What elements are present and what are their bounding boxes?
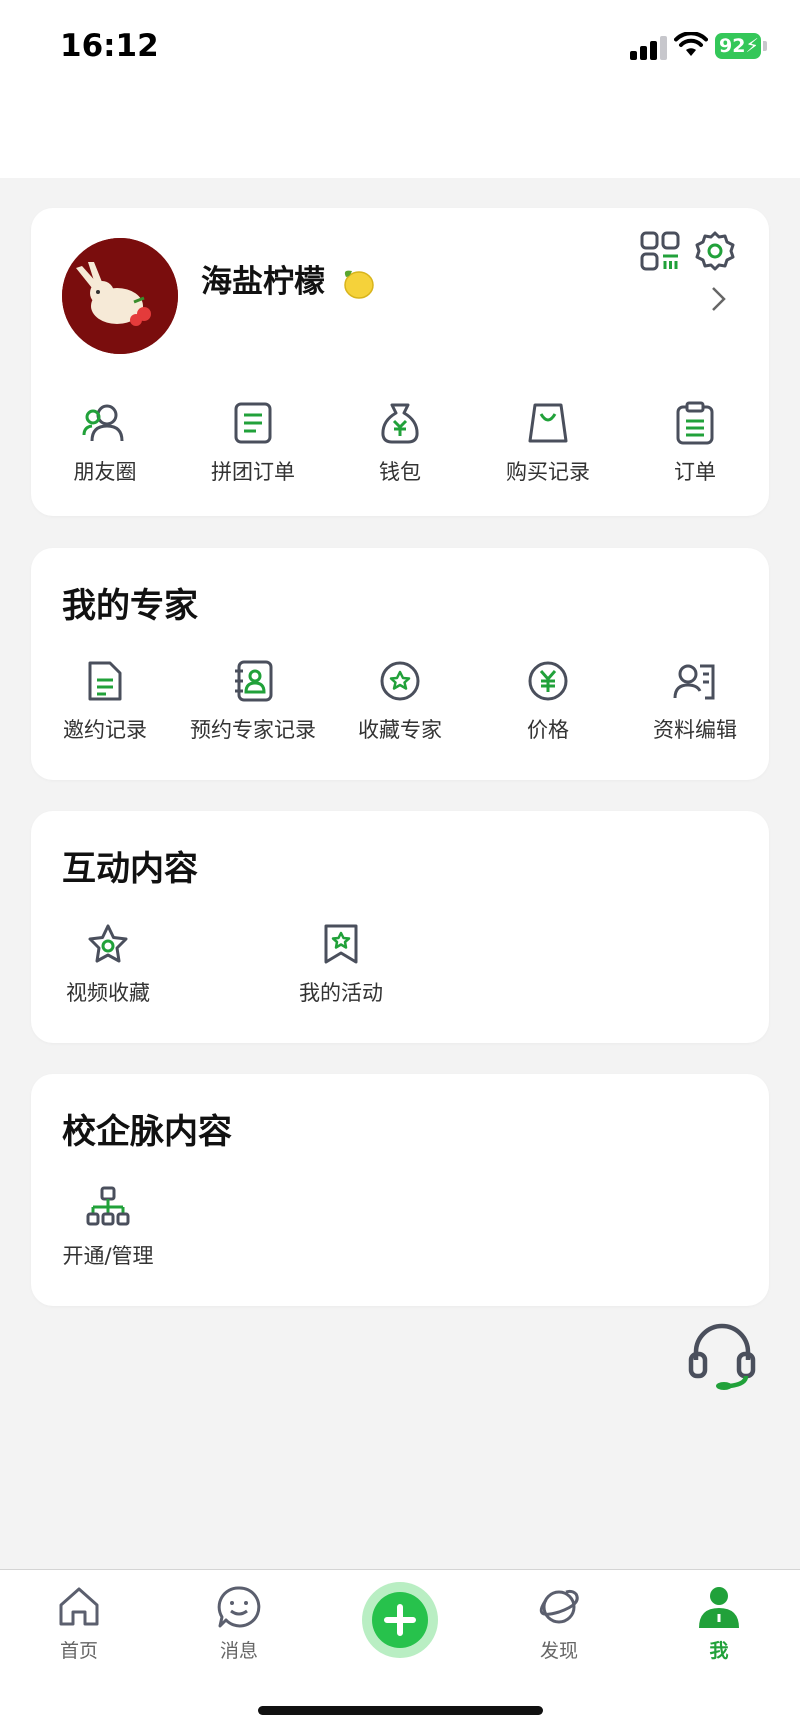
planet-icon: [539, 1589, 579, 1624]
expert-item-label: 资料编辑: [653, 718, 737, 742]
shortcut-moments[interactable]: 朋友圈: [31, 400, 179, 486]
shortcut-purchase-history[interactable]: 购买记录: [474, 400, 622, 486]
chat-smile-icon: [217, 1586, 261, 1628]
status-bar: 16:12 92⚡: [0, 0, 800, 178]
tab-me[interactable]: 我: [664, 1584, 774, 1663]
shortcut-label: 订单: [674, 460, 716, 484]
school-item-label: 开通/管理: [62, 1244, 154, 1268]
expert-title: 我的专家: [62, 586, 198, 626]
add-button[interactable]: [362, 1582, 438, 1658]
org-chart-icon: [86, 1186, 130, 1226]
expert-item-label: 邀约记录: [63, 718, 147, 742]
star-circle-icon: [380, 661, 420, 701]
user-icon: [699, 1587, 739, 1628]
plus-icon: [384, 1604, 416, 1636]
friends-icon: [82, 404, 124, 442]
expert-item-profile-edit[interactable]: 资料编辑: [621, 658, 769, 744]
signal-icon: [630, 34, 670, 60]
status-time: 16:12: [60, 28, 159, 64]
money-bag-icon: [381, 403, 419, 444]
qr-code-icon[interactable]: [639, 230, 681, 272]
profile-card: 海盐柠檬 朋友圈 拼团订单 钱包 购买记录 订单: [31, 208, 769, 516]
expert-item-label: 价格: [527, 718, 569, 742]
shortcut-orders[interactable]: 订单: [621, 400, 769, 486]
expert-item-favorites[interactable]: 收藏专家: [326, 658, 474, 744]
lemon-icon: [344, 270, 374, 299]
tab-label: 首页: [59, 1640, 98, 1662]
home-indicator: [258, 1706, 543, 1715]
expert-item-appointments[interactable]: 预约专家记录: [179, 658, 327, 744]
shopping-bag-icon: [528, 403, 568, 443]
interaction-item-label: 我的活动: [299, 981, 383, 1005]
expert-item-label: 预约专家记录: [190, 718, 316, 742]
username: 海盐柠檬: [201, 256, 376, 301]
school-item-manage[interactable]: 开通/管理: [31, 1184, 185, 1270]
interaction-item-my-activities[interactable]: 我的活动: [264, 921, 418, 1007]
clipboard-icon: [676, 401, 714, 445]
interaction-item-video-favorites[interactable]: 视频收藏: [31, 921, 185, 1007]
tab-label: 发现: [539, 1640, 578, 1662]
bookmark-star-icon: [324, 924, 358, 964]
contact-book-icon: [235, 660, 273, 702]
expert-item-label: 收藏专家: [358, 718, 442, 742]
shortcut-label: 购买记录: [506, 460, 590, 484]
headset-icon[interactable]: [686, 1320, 758, 1392]
expert-card: 我的专家 邀约记录 预约专家记录 收藏专家 价格 资料编辑: [31, 548, 769, 780]
school-title: 校企脉内容: [62, 1112, 232, 1152]
home-icon: [59, 1587, 99, 1626]
interaction-card: 互动内容 视频收藏 我的活动: [31, 811, 769, 1043]
battery-cap: [763, 41, 767, 51]
tab-home[interactable]: 首页: [24, 1584, 134, 1663]
gear-icon[interactable]: [694, 230, 736, 272]
interaction-item-label: 视频收藏: [66, 981, 150, 1005]
file-list-icon: [88, 661, 122, 701]
shortcut-label: 朋友圈: [73, 460, 137, 484]
star-icon: [88, 924, 128, 963]
username-text: 海盐柠檬: [201, 264, 325, 300]
shortcut-label: 钱包: [379, 460, 421, 484]
tab-messages[interactable]: 消息: [184, 1584, 294, 1663]
shortcut-wallet[interactable]: 钱包: [326, 400, 474, 486]
interaction-title: 互动内容: [62, 849, 198, 889]
tab-label: 我: [709, 1640, 729, 1662]
expert-item-price[interactable]: 价格: [474, 658, 622, 744]
avatar[interactable]: [62, 238, 178, 354]
document-icon: [234, 402, 272, 444]
battery-level: 92: [719, 35, 746, 57]
plus-circle: [372, 1592, 428, 1648]
yen-circle-icon: [528, 661, 568, 701]
tab-label: 消息: [219, 1640, 258, 1662]
wifi-icon: [674, 32, 708, 56]
shortcut-label: 拼团订单: [211, 460, 295, 484]
school-card: 校企脉内容 开通/管理: [31, 1074, 769, 1306]
profile-card-icon: [673, 664, 715, 700]
battery-icon: 92⚡: [715, 33, 761, 59]
chevron-right-icon[interactable]: [709, 284, 729, 314]
tab-discover[interactable]: 发现: [504, 1584, 614, 1663]
expert-item-invitations[interactable]: 邀约记录: [31, 658, 179, 744]
shortcut-group-orders[interactable]: 拼团订单: [179, 400, 327, 486]
